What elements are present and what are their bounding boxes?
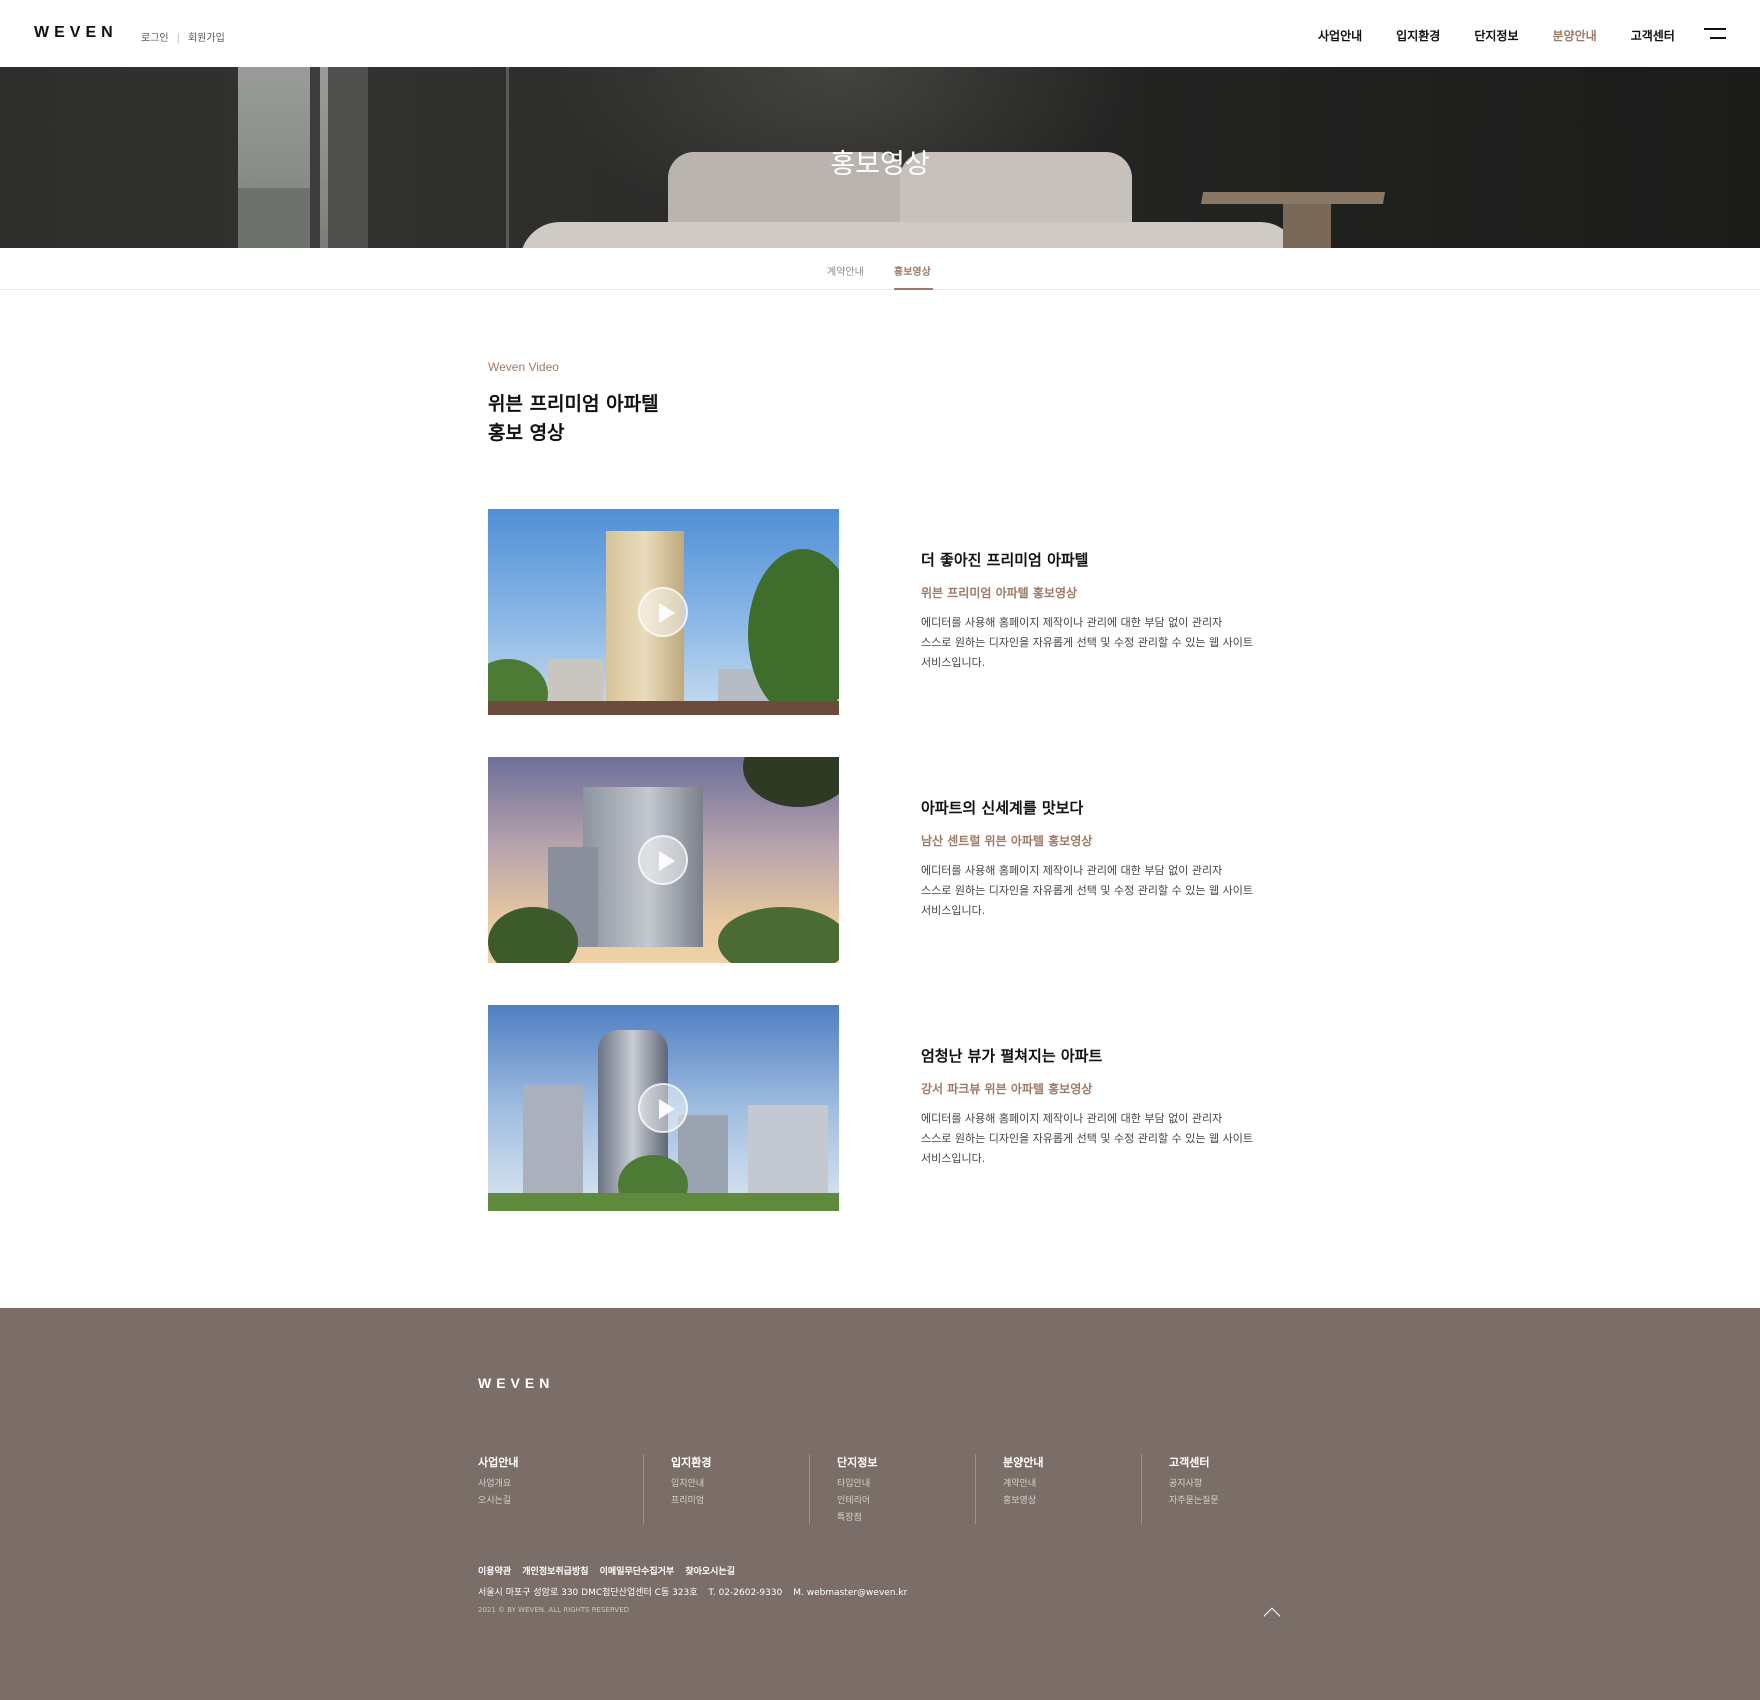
footer-col-title[interactable]: 단지정보 — [837, 1454, 975, 1470]
footer-col-business: 사업안내 사업개요 오시는길 — [478, 1454, 644, 1524]
login-link[interactable]: 로그인 — [141, 33, 169, 44]
play-icon[interactable] — [638, 835, 688, 885]
sub-nav: 계약안내 홍보영상 — [0, 248, 1760, 290]
footer-col-support: 고객센터 공지사항 자주묻는질문 — [1142, 1454, 1308, 1524]
nav-sales[interactable]: 분양안내 — [1553, 27, 1597, 44]
footer-link[interactable]: 공지사항 — [1169, 1476, 1308, 1493]
member-divider: | — [176, 33, 180, 44]
section-title: 위븐 프리미엄 아파텔 홍보 영상 — [488, 390, 659, 448]
privacy-link[interactable]: 개인정보취급방침 — [522, 1567, 588, 1577]
tab-contract[interactable]: 계약안내 — [827, 263, 864, 278]
video-title: 아파트의 신세계를 맛보다 — [921, 799, 1084, 817]
footer-link[interactable]: 인테리어 — [837, 1493, 975, 1510]
footer-col-complex: 단지정보 타입안내 인테리어 특장점 — [810, 1454, 976, 1524]
video-thumbnail[interactable] — [488, 509, 839, 715]
footer-copyright: 2021 © BY WEVEN. ALL RIGHTS RESERVED — [478, 1606, 630, 1614]
nav-location[interactable]: 입지환경 — [1396, 27, 1440, 44]
footer-col-title[interactable]: 고객센터 — [1169, 1454, 1308, 1470]
hero-banner: 홍보영상 — [0, 67, 1760, 248]
site-logo[interactable]: WEVEN — [34, 24, 118, 42]
footer-col-title[interactable]: 입지환경 — [671, 1454, 809, 1470]
footer-sitemap: 사업안내 사업개요 오시는길 입지환경 입지안내 프리미엄 단지정보 타입안내 … — [478, 1454, 1308, 1524]
footer-col-title[interactable]: 분양안내 — [1003, 1454, 1141, 1470]
video-subtitle: 남산 센트럴 위븐 아파텔 홍보영상 — [921, 834, 1093, 848]
footer-col-title[interactable]: 사업안내 — [478, 1454, 643, 1470]
play-icon[interactable] — [638, 587, 688, 637]
tab-promo-video[interactable]: 홍보영상 — [894, 263, 931, 278]
video-info: 아파트의 신세계를 맛보다 남산 센트럴 위븐 아파텔 홍보영상 에디터를 사용… — [921, 797, 1291, 921]
video-info: 더 좋아진 프리미엄 아파텔 위븐 프리미엄 아파텔 홍보영상 에디터를 사용해… — [921, 549, 1291, 673]
site-footer: WEVEN 사업안내 사업개요 오시는길 입지환경 입지안내 프리미엄 단지정보… — [0, 1308, 1760, 1700]
hero-table-image — [1200, 192, 1386, 204]
footer-link[interactable]: 홍보영상 — [1003, 1493, 1141, 1510]
main-nav: 사업안내 입지환경 단지정보 분양안내 고객센터 — [1318, 27, 1709, 44]
hamburger-menu-icon[interactable] — [1704, 28, 1726, 40]
footer-link[interactable]: 자주묻는질문 — [1169, 1493, 1308, 1510]
footer-link[interactable]: 오시는길 — [478, 1493, 643, 1510]
member-links: 로그인 | 회원가입 — [141, 29, 225, 44]
footer-link[interactable]: 계약안내 — [1003, 1476, 1141, 1493]
page-title: 홍보영상 — [830, 149, 930, 180]
nav-complex[interactable]: 단지정보 — [1474, 27, 1518, 44]
footer-tel: T. 02-2602-9330 — [708, 1588, 783, 1598]
section-title-line1: 위븐 프리미엄 아파텔 — [488, 393, 659, 415]
video-description: 에디터를 사용해 홈페이지 제작이나 관리에 대한 부담 없이 관리자 스스로 … — [921, 616, 1253, 669]
footer-link[interactable]: 프리미엄 — [671, 1493, 809, 1510]
video-thumbnail[interactable] — [488, 757, 839, 963]
video-info: 엄청난 뷰가 펼쳐지는 아파트 강서 파크뷰 위븐 아파텔 홍보영상 에디터를 … — [921, 1045, 1291, 1169]
footer-policy-links: 이용약관 개인정보취급방침 이메일무단수집거부 찾아오시는길 — [478, 1564, 743, 1577]
footer-contact: 서울시 마포구 성암로 330 DMC첨단산업센터 C동 323호 T. 02-… — [478, 1585, 915, 1598]
footer-col-sales: 분양안내 계약안내 홍보영상 — [976, 1454, 1142, 1524]
video-item: 더 좋아진 프리미엄 아파텔 위븐 프리미엄 아파텔 홍보영상 에디터를 사용해… — [488, 509, 1288, 715]
video-description: 에디터를 사용해 홈페이지 제작이나 관리에 대한 부담 없이 관리자 스스로 … — [921, 864, 1253, 917]
video-subtitle: 위븐 프리미엄 아파텔 홍보영상 — [921, 586, 1078, 600]
terms-link[interactable]: 이용약관 — [478, 1567, 511, 1577]
video-title: 더 좋아진 프리미엄 아파텔 — [921, 551, 1089, 569]
section-eyebrow: Weven Video — [488, 360, 559, 374]
nav-business[interactable]: 사업안내 — [1318, 27, 1362, 44]
footer-col-location: 입지환경 입지안내 프리미엄 — [644, 1454, 810, 1524]
nav-support[interactable]: 고객센터 — [1631, 27, 1675, 44]
section-title-line2: 홍보 영상 — [488, 422, 565, 444]
video-description: 에디터를 사용해 홈페이지 제작이나 관리에 대한 부담 없이 관리자 스스로 … — [921, 1112, 1253, 1165]
footer-email: M. webmaster@weven.kr — [793, 1588, 908, 1598]
video-title: 엄청난 뷰가 펼쳐지는 아파트 — [921, 1047, 1103, 1065]
email-refusal-link[interactable]: 이메일무단수집거부 — [600, 1567, 675, 1577]
active-tab-indicator — [894, 288, 933, 290]
video-thumbnail[interactable] — [488, 1005, 839, 1211]
footer-link[interactable]: 사업개요 — [478, 1476, 643, 1493]
footer-logo: WEVEN — [478, 1375, 555, 1391]
signup-link[interactable]: 회원가입 — [188, 33, 225, 44]
scroll-top-icon[interactable] — [1262, 1604, 1282, 1624]
footer-link[interactable]: 타입안내 — [837, 1476, 975, 1493]
directions-link[interactable]: 찾아오시는길 — [685, 1567, 735, 1577]
footer-link[interactable]: 입지안내 — [671, 1476, 809, 1493]
footer-address: 서울시 마포구 성암로 330 DMC첨단산업센터 C동 323호 — [478, 1588, 698, 1598]
video-subtitle: 강서 파크뷰 위븐 아파텔 홍보영상 — [921, 1082, 1093, 1096]
video-item: 아파트의 신세계를 맛보다 남산 센트럴 위븐 아파텔 홍보영상 에디터를 사용… — [488, 757, 1288, 963]
site-header: WEVEN 로그인 | 회원가입 사업안내 입지환경 단지정보 분양안내 고객센터 — [0, 0, 1760, 67]
video-item: 엄청난 뷰가 펼쳐지는 아파트 강서 파크뷰 위븐 아파텔 홍보영상 에디터를 … — [488, 1005, 1288, 1211]
play-icon[interactable] — [638, 1083, 688, 1133]
footer-link[interactable]: 특장점 — [837, 1510, 975, 1527]
